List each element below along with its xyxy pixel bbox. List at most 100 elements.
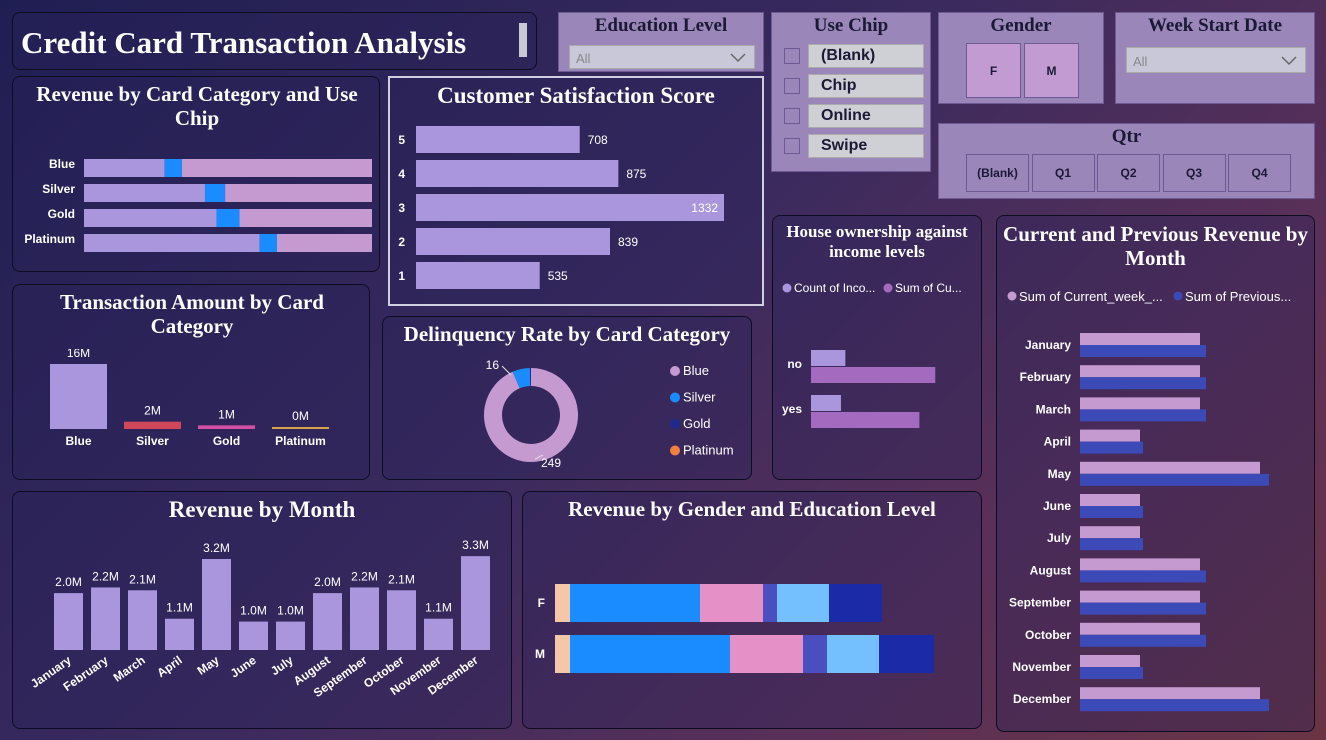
category-label: Blue xyxy=(65,434,91,448)
qtr-option[interactable]: Q4 xyxy=(1228,154,1291,192)
use-chip-option[interactable]: Swipe xyxy=(782,134,924,158)
stacked-bar-segment xyxy=(216,209,240,227)
data-label: 3.3M xyxy=(462,538,489,552)
data-label: 1332 xyxy=(691,201,718,215)
bar xyxy=(1080,622,1200,635)
bar xyxy=(1080,590,1200,603)
title-card: Credit Card Transaction Analysis xyxy=(12,12,537,70)
data-label: 16M xyxy=(67,349,90,360)
qtr-option[interactable]: Q3 xyxy=(1162,154,1226,192)
use-chip-option-label: Online xyxy=(808,104,924,128)
stacked-bar-segment xyxy=(829,584,882,622)
data-label: 535 xyxy=(548,269,568,283)
category-label: Silver xyxy=(136,434,169,448)
revenue-card-chip-title: Revenue by Card Category and Use Chip xyxy=(36,82,358,131)
bar xyxy=(124,421,181,429)
bar xyxy=(811,350,846,366)
bar xyxy=(1080,365,1200,378)
month-label: July xyxy=(1047,531,1071,545)
gender-option-f[interactable]: F xyxy=(966,43,1021,98)
delinquency-panel: Delinquency Rate by Card Category 16 249 B… xyxy=(382,316,752,480)
transaction-amount-chart: 16M Blue 2M Silver 1M Gold 0M Platinum xyxy=(50,349,329,448)
current-previous-revenue-title: Current and Previous Revenue by Month xyxy=(1003,222,1308,271)
house-ownership-title: House ownership against income levels xyxy=(786,222,968,261)
gender-option-m[interactable]: M xyxy=(1024,43,1079,98)
qtr-option[interactable]: Q2 xyxy=(1097,154,1160,192)
checkbox[interactable] xyxy=(784,108,800,124)
stacked-bar-segment xyxy=(730,635,803,673)
bar xyxy=(1080,333,1200,345)
bar xyxy=(1080,506,1143,518)
stacked-bar-segment xyxy=(570,635,730,673)
checkbox[interactable] xyxy=(784,48,800,64)
category-label: 4 xyxy=(398,167,405,181)
month-label: May xyxy=(1048,467,1072,481)
house-ownership-panel: House ownership against income levels Co… xyxy=(772,215,982,480)
bar xyxy=(202,559,231,650)
month-label: October xyxy=(1025,628,1071,642)
data-label: 0M xyxy=(292,409,309,423)
satisfaction-title: Customer Satisfaction Score xyxy=(437,83,715,108)
stacked-bar-segment xyxy=(700,584,763,622)
chevron-down-icon xyxy=(730,53,746,63)
checkbox[interactable] xyxy=(784,78,800,94)
data-label: 2.0M xyxy=(314,575,341,589)
category-label: Silver xyxy=(42,182,75,196)
stacked-bar-segment xyxy=(827,635,879,673)
legend-label: Sum of Previous... xyxy=(1185,289,1291,304)
week-slicer-title: Week Start Date xyxy=(1147,15,1283,36)
bar xyxy=(416,160,619,187)
data-label: 3.2M xyxy=(203,541,230,555)
legend-marker xyxy=(782,283,792,293)
qtr-option[interactable]: (Blank) xyxy=(966,154,1029,192)
month-label: March xyxy=(1036,402,1071,416)
legend-label: Count of Inco... xyxy=(794,281,875,295)
legend-marker xyxy=(670,392,680,403)
month-label: June xyxy=(1043,499,1071,513)
data-label: 2.1M xyxy=(129,572,156,586)
stacked-bar-segment xyxy=(803,635,827,673)
current-previous-revenue-panel: Current and Previous Revenue by Month Su… xyxy=(996,215,1315,732)
bar xyxy=(416,194,724,221)
education-dropdown[interactable]: All xyxy=(569,45,755,69)
bar xyxy=(1080,655,1140,667)
bar xyxy=(1080,558,1200,571)
bar xyxy=(1080,526,1140,539)
week-dropdown[interactable]: All xyxy=(1126,47,1306,73)
month-label: August xyxy=(1030,563,1071,577)
stacked-bar-segment xyxy=(879,635,934,673)
bar xyxy=(313,593,342,650)
use-chip-option-label: Swipe xyxy=(808,134,924,158)
education-slicer: Education Level All xyxy=(558,12,764,72)
bar xyxy=(1080,377,1206,390)
bar xyxy=(1080,473,1269,486)
month-label: May xyxy=(195,653,222,678)
category-label: yes xyxy=(782,402,802,416)
bar xyxy=(350,587,379,650)
month-label: March xyxy=(111,653,148,685)
stacked-bar-segment xyxy=(164,159,182,177)
bar xyxy=(272,427,329,429)
checkbox[interactable] xyxy=(784,138,800,154)
bar xyxy=(1080,397,1200,410)
category-label: M xyxy=(535,647,545,661)
bar xyxy=(1080,461,1260,474)
data-label: 2.2M xyxy=(351,569,378,583)
bar xyxy=(50,364,107,429)
legend-label: Gold xyxy=(683,416,710,431)
title-accent-bar xyxy=(519,23,527,57)
stacked-bar-segment xyxy=(84,184,205,202)
week-slicer: Week Start Date All xyxy=(1115,12,1315,104)
use-chip-option[interactable]: Online xyxy=(782,104,924,128)
data-label: 839 xyxy=(618,235,638,249)
month-label: December xyxy=(1013,692,1071,706)
bar xyxy=(387,590,416,650)
use-chip-option[interactable]: (Blank) xyxy=(782,44,924,68)
use-chip-slicer-title: Use Chip xyxy=(813,15,889,36)
bar xyxy=(239,621,268,650)
qtr-option[interactable]: Q1 xyxy=(1031,154,1095,192)
leader-line xyxy=(501,365,512,376)
donut-slice xyxy=(512,368,531,389)
bar xyxy=(54,593,83,650)
use-chip-option[interactable]: Chip xyxy=(782,74,924,98)
